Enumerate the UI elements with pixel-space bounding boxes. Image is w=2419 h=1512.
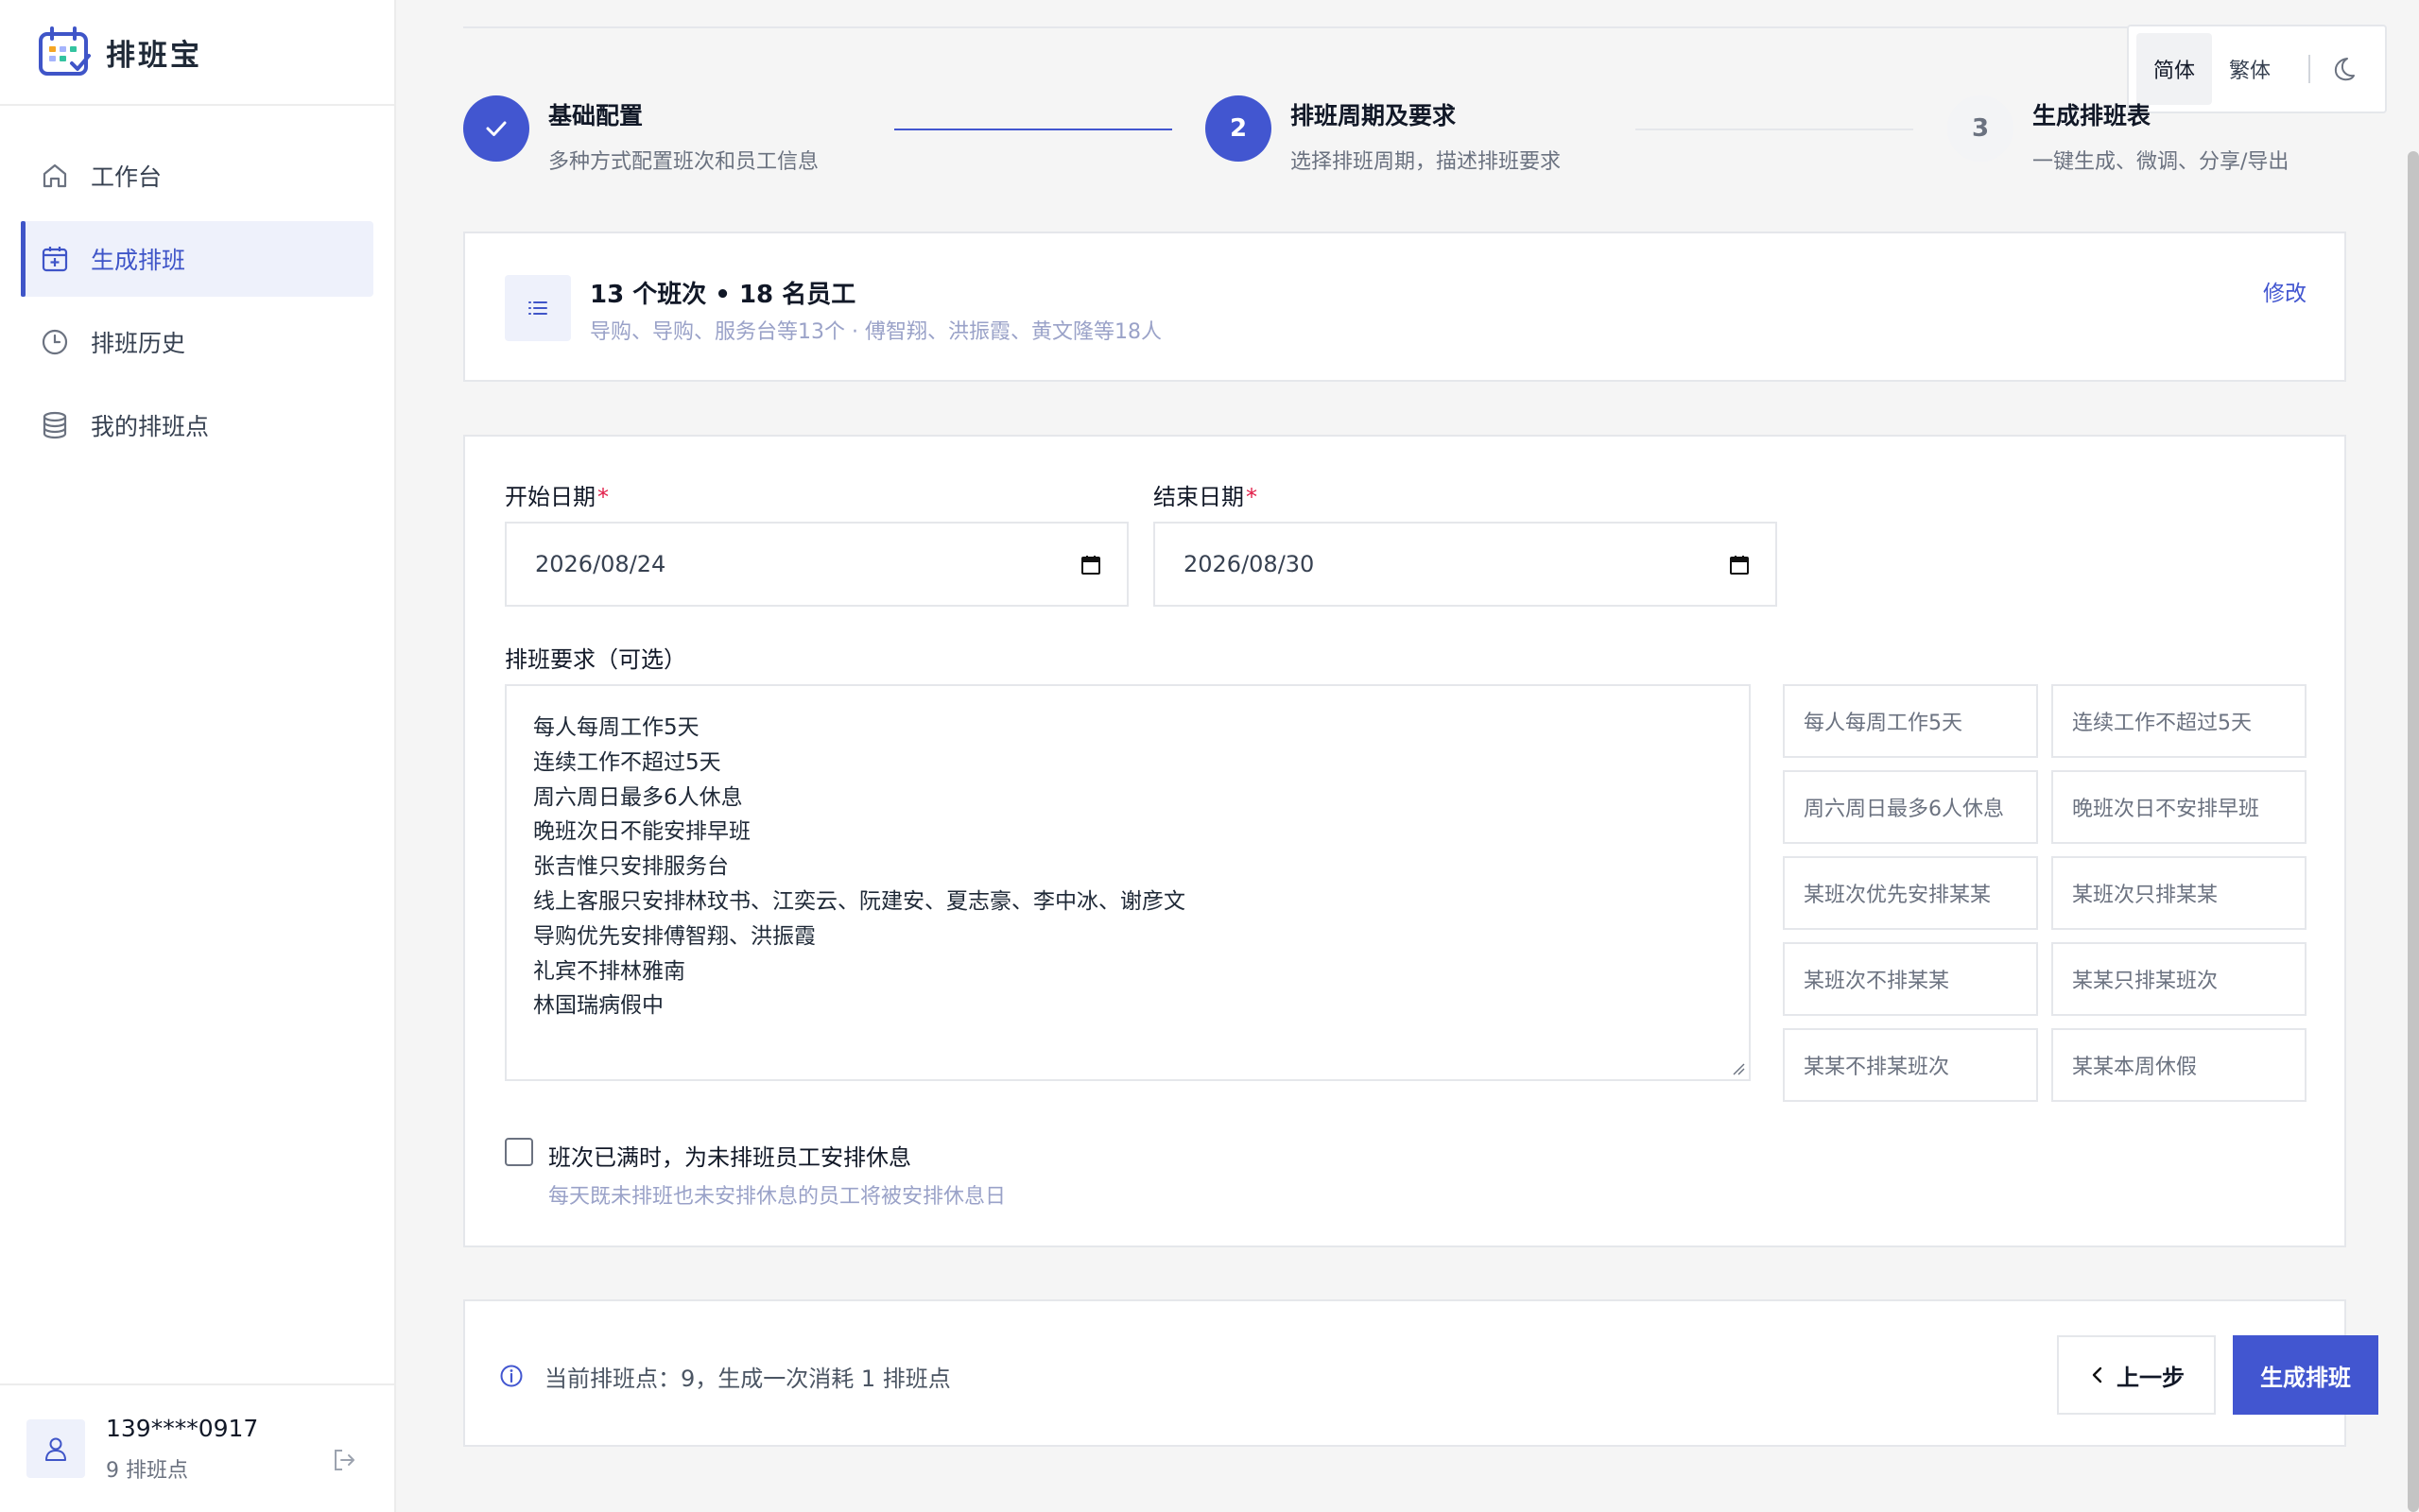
template-chip[interactable]: 周六周日最多6人休息 [1783, 770, 2038, 844]
step-period-requirements: 2 排班周期及要求 选择排班周期，描述排班要求 [1205, 95, 1561, 175]
clock-icon [40, 327, 70, 357]
requirement-line: 每人每周工作5天 [533, 715, 700, 740]
step-title: 基础配置 [548, 102, 644, 129]
schedule-form-card: 开始日期* 2026/08/24 结束日期* 2026/08/30 排班要求（可… [463, 435, 2346, 1247]
step-generate-table: 3 生成排班表 一键生成、微调、分享/导出 [1947, 95, 2289, 175]
previous-step-button[interactable]: 上一步 [2057, 1335, 2216, 1415]
brand-name: 排班宝 [106, 38, 202, 73]
moon-icon[interactable] [2329, 55, 2358, 83]
requirement-line: 周六周日最多6人休息 [533, 784, 743, 810]
rest-when-full-checkbox[interactable] [505, 1138, 533, 1166]
info-icon [500, 1365, 523, 1387]
home-icon [40, 161, 70, 191]
database-icon [40, 410, 70, 440]
calendar-plus-icon [40, 244, 70, 274]
requirement-line: 连续工作不超过5天 [533, 749, 721, 775]
previous-step-label: 上一步 [2117, 1364, 2185, 1391]
step-title: 排班周期及要求 [1290, 102, 1457, 129]
step-basic-config: 基础配置 多种方式配置班次和员工信息 [463, 95, 819, 175]
generate-schedule-button[interactable]: 生成排班 [2233, 1335, 2378, 1415]
rest-when-full-hint: 每天既未排班也未安排休息的员工将被安排休息日 [548, 1185, 1007, 1209]
user-icon [45, 1437, 66, 1461]
sidebar-item-label: 我的排班点 [91, 413, 210, 440]
step-connector [1635, 129, 1913, 130]
template-chip[interactable]: 某班次只排某某 [2051, 856, 2307, 930]
step-current-circle: 2 [1205, 95, 1271, 162]
logout-icon[interactable] [330, 1446, 358, 1474]
divider [2308, 55, 2311, 83]
start-date-input[interactable]: 2026/08/24 [505, 522, 1129, 607]
main-content: 简体 繁体 基础配置 多种方式配置班次和员工信息 2 排班周期及要求 选择排班周… [397, 0, 2419, 1512]
template-chip[interactable]: 某班次不排某某 [1783, 942, 2038, 1016]
step-pending-circle: 3 [1947, 95, 2013, 162]
requirements-label: 排班要求（可选） [505, 646, 686, 673]
requirement-line: 导购优先安排傅智翔、洪振霞 [533, 923, 816, 949]
template-chip[interactable]: 某某不排某班次 [1783, 1028, 2038, 1102]
config-summary-card: 13 个班次 • 18 名员工 导购、导购、服务台等13个 · 傅智翔、洪振霞、… [463, 232, 2346, 382]
step-desc: 多种方式配置班次和员工信息 [548, 150, 820, 174]
sidebar-item-label: 排班历史 [91, 330, 186, 357]
sidebar-nav: 工作台 生成排班 排班历史 我的排班点 [0, 106, 394, 463]
step-desc: 一键生成、微调、分享/导出 [2032, 150, 2289, 174]
end-date-label: 结束日期* [1153, 484, 1257, 510]
chevron-left-icon [2092, 1366, 2102, 1383]
edit-link[interactable]: 修改 [2263, 275, 2307, 307]
template-chip[interactable]: 某某只排某班次 [2051, 942, 2307, 1016]
requirements-textarea[interactable]: 每人每周工作5天 连续工作不超过5天 周六周日最多6人休息 晚班次日不能安排早班… [505, 684, 1751, 1081]
list-icon [505, 275, 571, 341]
step-title: 生成排班表 [2032, 102, 2151, 129]
sidebar-item-label: 工作台 [91, 163, 163, 191]
lang-simplified-button[interactable]: 简体 [2136, 33, 2213, 105]
end-date-input[interactable]: 2026/08/30 [1153, 522, 1777, 607]
sidebar-item-history[interactable]: 排班历史 [21, 304, 373, 380]
end-date-value: 2026/08/30 [1184, 551, 1315, 577]
calendar-icon[interactable] [1080, 554, 1102, 576]
sidebar: 排班宝 工作台 生成排班 排班历史 我的排班点 139****0917 9 排班… [0, 0, 396, 1512]
requirement-line: 林国瑞病假中 [533, 993, 664, 1019]
user-phone: 139****0917 [106, 1414, 259, 1442]
avatar[interactable] [26, 1419, 85, 1478]
template-chip[interactable]: 晚班次日不安排早班 [2051, 770, 2307, 844]
check-icon [486, 121, 507, 136]
sidebar-item-my-points[interactable]: 我的排班点 [21, 387, 373, 463]
user-points: 9 排班点 [106, 1458, 188, 1483]
top-divider [463, 26, 2354, 28]
points-info: 当前排班点：9，生成一次消耗 1 排班点 [544, 1366, 951, 1392]
requirement-line: 礼宾不排林雅南 [533, 958, 685, 984]
requirement-line: 晚班次日不能安排早班 [533, 819, 751, 845]
scrollbar-thumb[interactable] [2408, 151, 2419, 1512]
sidebar-item-workbench[interactable]: 工作台 [21, 138, 373, 214]
sidebar-item-label: 生成排班 [91, 247, 186, 274]
template-chip[interactable]: 连续工作不超过5天 [2051, 684, 2307, 758]
template-chip[interactable]: 某某本周休假 [2051, 1028, 2307, 1102]
requirement-line: 线上客服只安排林玟书、江奕云、阮建安、夏志豪、李中冰、谢彦文 [533, 888, 1185, 914]
calendar-icon[interactable] [1728, 554, 1751, 576]
requirement-line: 张吉惟只安排服务台 [533, 854, 729, 880]
summary-title: 13 个班次 • 18 名员工 [590, 281, 856, 309]
action-bar: 当前排班点：9，生成一次消耗 1 排班点 上一步 生成排班 [463, 1299, 2378, 1447]
template-chip[interactable]: 某班次优先安排某某 [1783, 856, 2038, 930]
user-panel: 139****0917 9 排班点 [0, 1383, 394, 1512]
calendar-logo-icon [39, 26, 91, 76]
step-done-circle [463, 95, 529, 162]
summary-subtitle: 导购、导购、服务台等13个 · 傅智翔、洪振霞、黄文隆等18人 [590, 320, 1162, 344]
step-connector [894, 129, 1172, 130]
start-date-value: 2026/08/24 [535, 551, 666, 577]
lang-traditional-button[interactable]: 繁体 [2212, 33, 2288, 105]
resize-handle[interactable] [1732, 1062, 1745, 1075]
template-chip[interactable]: 每人每周工作5天 [1783, 684, 2038, 758]
sidebar-item-generate[interactable]: 生成排班 [21, 221, 373, 297]
step-desc: 选择排班周期，描述排班要求 [1290, 150, 1562, 174]
start-date-label: 开始日期* [505, 484, 609, 510]
rest-when-full-label[interactable]: 班次已满时，为未排班员工安排休息 [548, 1139, 911, 1172]
brand[interactable]: 排班宝 [0, 0, 394, 106]
